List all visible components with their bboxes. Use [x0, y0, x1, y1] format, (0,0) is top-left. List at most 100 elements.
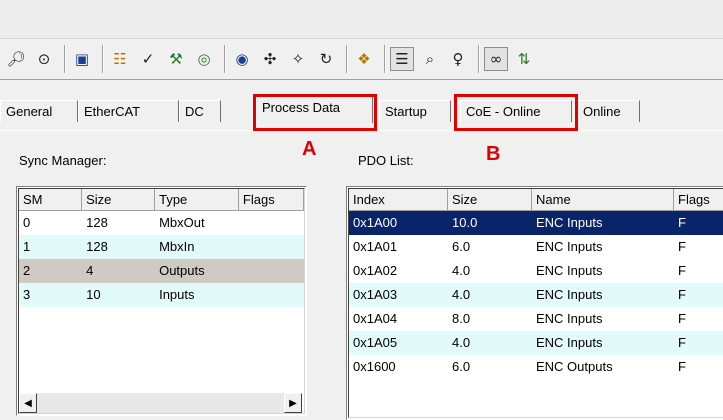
column-header-sm[interactable]: SM: [19, 189, 83, 211]
toolbar-separator: [64, 45, 66, 73]
cell-size: 4.0: [452, 263, 471, 278]
cell-size: 8.0: [452, 311, 471, 326]
toolbar: 🔎︎ ⊙ ▣ ☷ ✓ ⚒ ◎ ◉ ✣ ✧ ↻ ❖ ☰ ⌕ ♀ ∞ ⇅: [0, 38, 723, 80]
glasses-icon[interactable]: ∞: [484, 47, 508, 71]
sync-manager-table-frame: SM Size Type Flags 0 128 MbxOut 1 128 Mb…: [18, 188, 305, 414]
cell-size: 4: [86, 263, 94, 278]
network-scan-icon[interactable]: ☷: [108, 47, 132, 71]
cell-sm: 0: [23, 215, 31, 230]
highlight-box-b: [454, 94, 578, 131]
monitor-icon[interactable]: ▣: [70, 47, 94, 71]
cell-sm: 3: [23, 287, 31, 302]
cell-flags: F: [678, 359, 686, 374]
cell-flags: [239, 235, 304, 259]
table-row[interactable]: 2 4 Outputs: [19, 259, 304, 283]
sync-manager-label: Sync Manager:: [19, 153, 107, 168]
variable-icon[interactable]: ♀: [446, 47, 470, 71]
title-band: [0, 0, 723, 38]
column-header-flags[interactable]: Flags: [238, 189, 304, 211]
cell-flags: [239, 211, 304, 235]
cell-flags: F: [678, 287, 686, 302]
arrows-icon[interactable]: ⇅: [512, 47, 536, 71]
binoculars-icon[interactable]: 🔎︎: [4, 47, 28, 71]
cell-size: 10: [86, 287, 101, 302]
pdo-list-label: PDO List:: [358, 153, 414, 168]
column-header-size[interactable]: Size: [82, 189, 156, 211]
cell-size: 4.0: [452, 287, 471, 302]
cell-sm: 1: [23, 239, 31, 254]
scroll-right-icon[interactable]: ▶: [284, 393, 302, 413]
toolbar-separator: [346, 45, 348, 73]
map-icon[interactable]: ❖: [352, 47, 376, 71]
pdo-list-table[interactable]: Index Size Name Flags 0x1A00 10.0 ENC In…: [346, 186, 723, 420]
table-row[interactable]: 3 10 Inputs: [19, 283, 304, 307]
cell-type: Outputs: [159, 263, 205, 278]
cell-flags: F: [678, 215, 686, 230]
table-row-selected[interactable]: 0x1A00 10.0 ENC Inputs F: [349, 211, 723, 235]
cell-size: 6.0: [452, 359, 471, 374]
cell-size: 6.0: [452, 239, 471, 254]
marker-a: A: [302, 138, 317, 160]
sync-manager-table[interactable]: SM Size Type Flags 0 128 MbxOut 1 128 Mb…: [16, 186, 307, 416]
toolbar-separator: [478, 45, 480, 73]
table-row[interactable]: 0x1A03 4.0 ENC Inputs F: [349, 283, 723, 307]
table-header: Index Size Name Flags: [349, 189, 723, 211]
table-row[interactable]: 0x1A05 4.0 ENC Inputs F: [349, 331, 723, 355]
cell-type: MbxOut: [159, 215, 205, 230]
zoom-icon[interactable]: ⌕: [418, 47, 442, 71]
cell-flags: F: [678, 311, 686, 326]
cell-index: 0x1600: [353, 359, 396, 374]
tab-startup[interactable]: Startup: [379, 100, 451, 122]
toolbar-separator: [102, 45, 104, 73]
cell-size: 4.0: [452, 335, 471, 350]
table-row[interactable]: 1 128 MbxIn: [19, 235, 304, 259]
cell-flags: F: [678, 239, 686, 254]
cell-type: Inputs: [159, 287, 195, 302]
activate-icon[interactable]: ◉: [230, 47, 254, 71]
cell-size: 128: [86, 215, 108, 230]
cell-name: ENC Inputs: [536, 263, 603, 278]
scan-icon[interactable]: ✧: [286, 47, 310, 71]
cell-name: ENC Inputs: [536, 335, 603, 350]
cell-name: ENC Inputs: [536, 239, 603, 254]
tab-online[interactable]: Online: [577, 100, 640, 122]
table-row[interactable]: 0x1A04 8.0 ENC Inputs F: [349, 307, 723, 331]
table-row[interactable]: 0 128 MbxOut: [19, 211, 304, 235]
document-icon[interactable]: ☰: [390, 47, 414, 71]
cell-name: ENC Outputs: [536, 359, 613, 374]
check-icon[interactable]: ✓: [136, 47, 160, 71]
cell-name: ENC Inputs: [536, 215, 603, 230]
scrollbar-track[interactable]: [37, 393, 284, 413]
pdo-list-table-frame: Index Size Name Flags 0x1A00 10.0 ENC In…: [348, 188, 723, 418]
cell-flags: [239, 283, 304, 307]
cell-type: MbxIn: [159, 239, 195, 254]
column-header-flags[interactable]: Flags: [674, 189, 723, 211]
horizontal-scrollbar[interactable]: ◀ ▶: [19, 393, 302, 413]
cell-flags: [239, 259, 304, 283]
target-icon[interactable]: ◎: [192, 47, 216, 71]
cell-size: 10.0: [452, 215, 478, 230]
tab-general[interactable]: General: [0, 100, 78, 122]
marker-b: B: [486, 143, 501, 165]
route-icon[interactable]: ✣: [258, 47, 282, 71]
cell-index: 0x1A01: [353, 239, 398, 254]
column-header-name[interactable]: Name: [532, 189, 674, 211]
cell-size: 128: [86, 239, 108, 254]
scroll-left-icon[interactable]: ◀: [19, 393, 37, 413]
column-header-size[interactable]: Size: [448, 189, 532, 211]
table-row[interactable]: 0x1A02 4.0 ENC Inputs F: [349, 259, 723, 283]
cell-index: 0x1A05: [353, 335, 398, 350]
cell-flags: F: [678, 263, 686, 278]
column-header-type[interactable]: Type: [155, 189, 239, 211]
toolbar-separator: [384, 45, 386, 73]
cell-flags: F: [678, 335, 686, 350]
column-header-index[interactable]: Index: [349, 189, 448, 211]
cell-name: ENC Inputs: [536, 311, 603, 326]
table-row[interactable]: 0x1600 6.0 ENC Outputs F: [349, 355, 723, 379]
reload-icon[interactable]: ↻: [314, 47, 338, 71]
table-row[interactable]: 0x1A01 6.0 ENC Inputs F: [349, 235, 723, 259]
build-icon[interactable]: ⚒: [164, 47, 188, 71]
tab-dc[interactable]: DC: [179, 100, 221, 122]
alarm-icon[interactable]: ⊙: [32, 47, 56, 71]
tab-ethercat[interactable]: EtherCAT: [78, 100, 179, 122]
